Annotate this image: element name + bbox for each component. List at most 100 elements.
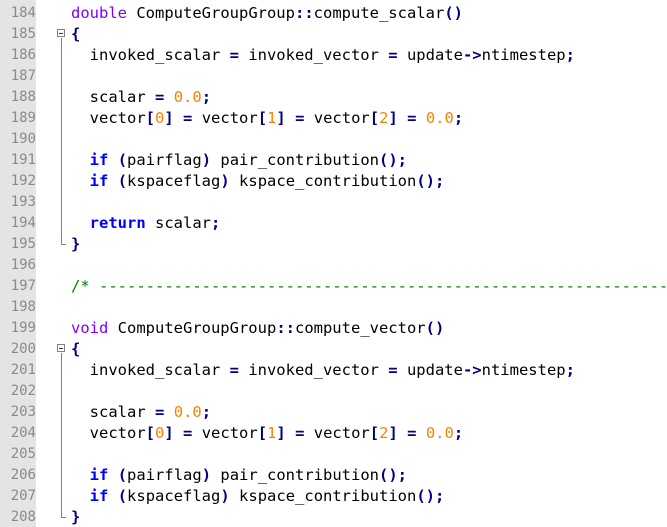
code-token: scalar <box>71 88 155 106</box>
code-text: scalar = 0.0; <box>71 87 211 108</box>
code-token: ( <box>117 172 128 190</box>
fold-line-icon <box>56 66 66 87</box>
code-token: if <box>89 172 109 190</box>
fold-collapse-icon[interactable] <box>56 339 66 360</box>
code-text: /* -------------------------------------… <box>71 276 667 297</box>
code-token: (); <box>416 487 445 505</box>
line-number: 186 <box>10 47 36 63</box>
code-token: { <box>71 340 81 358</box>
code-token: pairflag <box>127 466 202 484</box>
fold-line-icon <box>56 444 66 465</box>
code-text: if (kspaceflag) kspace_contribution(); <box>71 486 445 507</box>
code-editor[interactable]: 184 double ComputeGroupGroup::compute_sca… <box>0 0 667 527</box>
line-number: 191 <box>10 152 36 168</box>
code-token: if <box>89 466 109 484</box>
code-line[interactable]: 194 return scalar; <box>0 213 667 234</box>
code-line[interactable]: 208} <box>0 507 667 527</box>
fold-empty <box>56 3 66 24</box>
fold-line-icon <box>56 129 66 150</box>
code-line[interactable]: 202 <box>0 381 667 402</box>
code-token: update <box>397 361 463 379</box>
code-token: 1 <box>267 424 277 442</box>
fold-empty <box>56 276 66 297</box>
code-token: -> <box>462 46 482 64</box>
code-line[interactable]: 198 <box>0 297 667 318</box>
code-line[interactable]: 197 /* ----------------------------------… <box>0 276 667 297</box>
code-line[interactable]: 187 <box>0 66 667 87</box>
code-token: (); <box>416 172 445 190</box>
code-token: = <box>229 361 239 379</box>
code-token: 0 <box>155 109 165 127</box>
code-line[interactable]: 206 if (pairflag) pair_contribution(); <box>0 465 667 486</box>
code-line[interactable]: 185 { <box>0 24 667 45</box>
fold-line-icon <box>56 465 66 486</box>
code-lines: 184 double ComputeGroupGroup::compute_sca… <box>0 3 667 527</box>
code-token: scalar <box>71 403 155 421</box>
code-token: ( <box>117 466 128 484</box>
code-token: invoked_vector <box>238 46 389 64</box>
code-token: } <box>71 508 81 526</box>
code-text: vector[0] = vector[1] = vector[2] = 0.0; <box>71 423 464 444</box>
line-number: 208 <box>10 509 36 525</box>
code-line[interactable]: 186 invoked_scalar = invoked_vector = up… <box>0 45 667 66</box>
code-token: kspaceflag <box>127 487 221 505</box>
code-token: double <box>71 4 127 22</box>
line-number: 198 <box>10 299 36 315</box>
fold-empty <box>56 297 66 318</box>
code-token: kspaceflag <box>127 172 221 190</box>
code-line[interactable]: 196 <box>0 255 667 276</box>
code-token: update <box>397 46 463 64</box>
code-token: ] <box>164 424 174 442</box>
fold-line-icon <box>56 87 66 108</box>
fold-line-icon <box>56 213 66 234</box>
line-number: 205 <box>10 446 36 462</box>
code-token: = <box>183 109 193 127</box>
code-line[interactable]: 201 invoked_scalar = invoked_vector = up… <box>0 360 667 381</box>
code-line[interactable]: 188 scalar = 0.0; <box>0 87 667 108</box>
code-token: ; <box>565 361 575 379</box>
code-token: ; <box>211 214 221 232</box>
code-line[interactable]: 203 scalar = 0.0; <box>0 402 667 423</box>
code-line[interactable]: 184 double ComputeGroupGroup::compute_sca… <box>0 3 667 24</box>
code-line[interactable]: 200 { <box>0 339 667 360</box>
fold-line-icon <box>56 360 66 381</box>
code-line[interactable]: 207 if (kspaceflag) kspace_contribution(… <box>0 486 667 507</box>
line-number: 206 <box>10 467 36 483</box>
fold-collapse-icon[interactable] <box>56 24 66 45</box>
code-token: vector <box>304 424 370 442</box>
code-token: ) <box>220 172 230 190</box>
code-token: void <box>71 319 109 337</box>
code-token: pair_contribution <box>211 151 380 169</box>
code-line[interactable]: 191 if (pairflag) pair_contribution(); <box>0 150 667 171</box>
code-token: ( <box>117 487 128 505</box>
fold-end-icon <box>56 507 66 527</box>
code-line[interactable]: 205 <box>0 444 667 465</box>
fold-end-icon <box>56 234 66 255</box>
line-number: 192 <box>10 173 36 189</box>
code-line[interactable]: 199 void ComputeGroupGroup::compute_vecto… <box>0 318 667 339</box>
code-token: 0.0 <box>425 424 454 442</box>
code-line[interactable]: 190 <box>0 129 667 150</box>
code-token: invoked_scalar <box>71 361 230 379</box>
fold-line-icon <box>56 423 66 444</box>
code-line[interactable]: 189 vector[0] = vector[1] = vector[2] = … <box>0 108 667 129</box>
code-token: [ <box>145 109 155 127</box>
code-line[interactable]: 193 <box>0 192 667 213</box>
code-token: ] <box>276 424 286 442</box>
code-token: (); <box>379 466 408 484</box>
code-token: ntimestep <box>481 46 566 64</box>
code-line[interactable]: 195} <box>0 234 667 255</box>
code-line[interactable]: 192 if (kspaceflag) kspace_contribution(… <box>0 171 667 192</box>
code-line[interactable]: 204 vector[0] = vector[1] = vector[2] = … <box>0 423 667 444</box>
line-number: 207 <box>10 488 36 504</box>
code-token: [ <box>369 109 380 127</box>
code-token: /* -------------------------------------… <box>71 277 667 295</box>
